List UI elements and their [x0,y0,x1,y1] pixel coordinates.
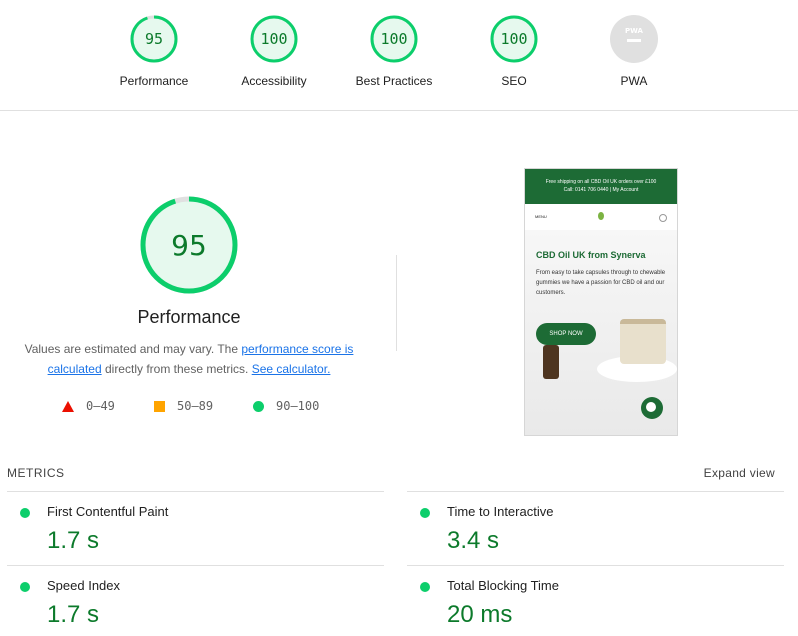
metric-name: Time to Interactive [447,504,554,519]
category-gauges-bar: 95 Performance 100 Accessibility 100 Bes… [0,0,798,111]
shot-banner-line1: Free shipping on all CBD Oil UK orders o… [545,179,657,185]
performance-score-gauge: 95 [140,196,238,294]
gauge-label: Best Practices [355,74,433,88]
shot-menu-icon: MENU [535,214,547,219]
shot-hero: CBD Oil UK from Synerva From easy to tak… [525,230,677,435]
desc-text: Values are estimated and may vary. The [24,342,242,356]
gauge-label: Performance [119,74,189,88]
metric-divider [407,565,784,566]
legend-range: 50–89 [177,399,214,413]
metric-divider [407,491,784,492]
shot-banner: Free shipping on all CBD Oil UK orders o… [525,169,677,204]
gauge-label: SEO [501,74,527,88]
shot-text: From easy to take capsules through to ch… [536,270,666,296]
gauge-performance[interactable]: 95 Performance [94,14,214,88]
gauge-score: 100 [500,30,527,48]
pwa-badge-icon: PWA [610,15,658,63]
performance-description: Values are estimated and may vary. The p… [18,339,360,379]
pass-circle-icon [420,582,430,592]
metric-divider [7,565,384,566]
fail-triangle-icon [62,401,74,412]
shot-jar-image [620,319,666,364]
metric-value: 3.4 s [447,527,500,554]
metric-divider [7,491,384,492]
gauge-score: 100 [380,30,407,48]
seo-gauge-ring: 100 [490,15,538,63]
best-practices-gauge-ring: 100 [370,15,418,63]
shot-leaf-logo-icon [598,212,604,220]
pass-circle-icon [20,582,30,592]
metrics-header: METRICS [7,466,65,480]
pass-circle-icon [20,508,30,518]
metric-name: Total Blocking Time [447,578,559,593]
gauge-score: 95 [145,30,163,48]
gauge-seo[interactable]: 100 SEO [454,14,574,88]
average-square-icon [154,401,165,412]
shot-bottle-image [543,345,559,379]
metric-name: First Contentful Paint [47,504,169,519]
legend-pass: 90–100 [253,399,319,413]
gauge-pwa[interactable]: PWA PWA [574,14,694,88]
shot-cart-icon [659,214,667,222]
shot-heading: CBD Oil UK from Synerva [536,250,646,260]
legend-range: 0–49 [86,399,115,413]
metric-name: Speed Index [47,578,121,593]
shot-messenger-icon [641,397,663,419]
vertical-divider [396,255,397,351]
gauge-score: 100 [260,30,287,48]
legend-fail: 0–49 [62,399,115,413]
metric-value: 1.7 s [47,527,100,554]
metric-value: 20 ms [447,601,513,628]
legend-average: 50–89 [154,399,213,413]
gauge-accessibility[interactable]: 100 Accessibility [214,14,334,88]
performance-gauge-ring: 95 [130,15,178,63]
gauge-best-practices[interactable]: 100 Best Practices [334,14,454,88]
expand-view-toggle[interactable]: Expand view [704,466,775,480]
pass-circle-icon [253,401,264,412]
pass-circle-icon [420,508,430,518]
shot-banner-line2: Call: 0141 706 0440 | My Account [563,187,639,193]
performance-score: 95 [171,229,207,262]
shot-shop-button: SHOP NOW [536,323,596,345]
pwa-badge-text: PWA [625,27,644,35]
shot-nav: MENU [525,204,677,230]
gauge-label: Accessibility [241,74,307,88]
metric-value: 1.7 s [47,601,100,628]
gauge-label: PWA [620,74,648,88]
final-screenshot[interactable]: Free shipping on all CBD Oil UK orders o… [524,168,678,436]
desc-text: directly from these metrics. [101,362,252,376]
legend-range: 90–100 [276,399,320,413]
accessibility-gauge-ring: 100 [250,15,298,63]
see-calculator-link[interactable]: See calculator. [252,362,331,376]
performance-title: Performance [137,307,241,327]
